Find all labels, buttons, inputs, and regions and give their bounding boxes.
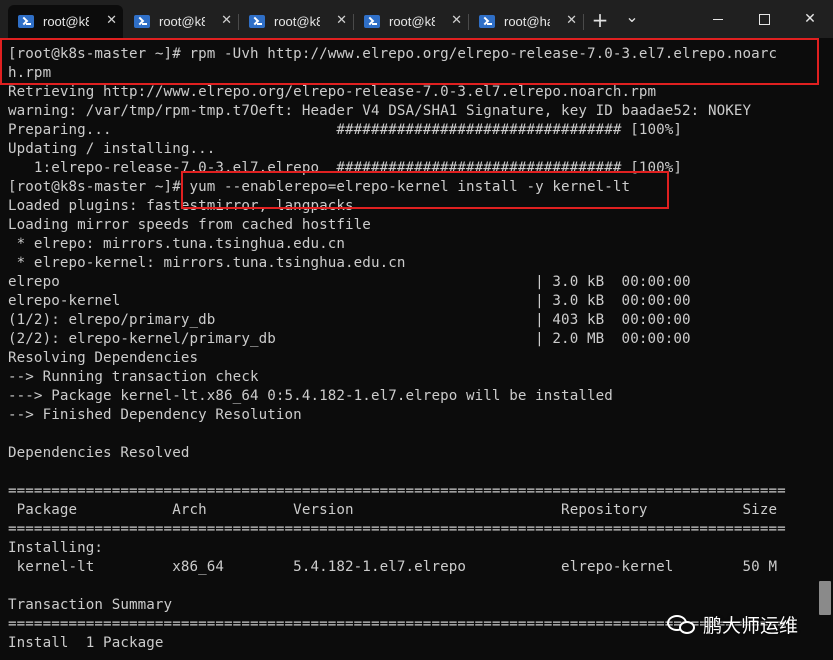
tab-root-k8s-node3[interactable]: root@k8s-node3 ✕ xyxy=(354,5,468,38)
tab-label: root@k8s-master xyxy=(43,14,89,29)
terminal-line: ---> Package kernel-lt.x86_64 0:5.4.182-… xyxy=(8,388,613,404)
watermark: 鹏大师运维 xyxy=(667,610,798,638)
terminal-line: Package Arch Version Repository Size xyxy=(8,502,778,518)
terminal-output[interactable]: [root@k8s-master ~]# rpm -Uvh http://www… xyxy=(0,38,833,660)
tab-root-k8s-master[interactable]: root@k8s-master ✕ xyxy=(8,5,123,38)
terminal-line: (1/2): elrepo/primary_db | 403 kB 00:00:… xyxy=(8,312,691,328)
maximize-icon xyxy=(758,13,770,25)
tab-label: root@harbor xyxy=(504,14,550,29)
close-icon[interactable]: ✕ xyxy=(221,13,232,28)
terminal-line: Install 1 Package xyxy=(8,635,164,651)
new-tab-button[interactable]: + xyxy=(588,6,612,34)
terminal-line: [root@k8s-master ~]# rpm -Uvh http://www… xyxy=(8,46,778,62)
terminal-line: (2/2): elrepo-kernel/primary_db | 2.0 MB… xyxy=(8,331,691,347)
powershell-icon xyxy=(134,15,150,28)
close-window-button[interactable]: ✕ xyxy=(787,0,833,38)
close-icon[interactable]: ✕ xyxy=(566,13,577,28)
terminal-line: Loaded plugins: fastestmirror, langpacks xyxy=(8,198,354,214)
minimize-icon xyxy=(713,18,723,20)
title-bar: root@k8s-master ✕ root@k8s-node1 ✕ root@… xyxy=(0,0,833,38)
terminal-line: * elrepo: mirrors.tuna.tsinghua.edu.cn xyxy=(8,236,346,252)
tab-root-harbor[interactable]: root@harbor ✕ xyxy=(469,5,583,38)
tab-root-k8s-node2[interactable]: root@k8s-node2 ✕ xyxy=(239,5,353,38)
terminal-line: ========================================… xyxy=(8,483,786,499)
terminal-line: elrepo | 3.0 kB 00:00:00 xyxy=(8,274,691,290)
terminal-line: warning: /var/tmp/rpm-tmp.t7Oeft: Header… xyxy=(8,103,752,119)
powershell-icon xyxy=(249,15,265,28)
tab-separator xyxy=(583,14,584,30)
scrollbar-thumb[interactable] xyxy=(819,581,831,615)
powershell-icon xyxy=(364,15,380,28)
tab-label: root@k8s-node2 xyxy=(274,14,320,29)
maximize-button[interactable] xyxy=(741,0,787,38)
terminal-line: Loading mirror speeds from cached hostfi… xyxy=(8,217,371,233)
terminal-line: --> Running transaction check xyxy=(8,369,259,385)
watermark-text: 鹏大师运维 xyxy=(703,614,799,637)
terminal-line: kernel-lt x86_64 5.4.182-1.el7.elrepo el… xyxy=(8,559,778,575)
scrollbar[interactable] xyxy=(817,38,833,660)
chevron-down-icon[interactable]: ⌄ xyxy=(620,2,644,30)
terminal-line: --> Finished Dependency Resolution xyxy=(8,407,302,423)
close-icon[interactable]: ✕ xyxy=(451,13,462,28)
terminal-line: Dependencies Resolved xyxy=(8,445,190,461)
terminal-line: Installing: xyxy=(8,540,104,556)
terminal-line: elrepo-kernel | 3.0 kB 00:00:00 xyxy=(8,293,691,309)
close-icon[interactable]: ✕ xyxy=(106,13,117,28)
terminal-line: [root@k8s-master ~]# yum --enablerepo=el… xyxy=(8,179,631,195)
powershell-icon xyxy=(18,15,34,28)
terminal-line: ========================================… xyxy=(8,521,786,537)
terminal-line: h.rpm xyxy=(8,65,52,81)
terminal-line: Retrieving http://www.elrepo.org/elrepo-… xyxy=(8,84,657,100)
minimize-button[interactable] xyxy=(695,0,741,38)
terminal-line: Transaction Summary xyxy=(8,597,173,613)
terminal-line: Preparing... ###########################… xyxy=(8,122,683,138)
terminal-line: * elrepo-kernel: mirrors.tuna.tsinghua.e… xyxy=(8,255,406,271)
tab-label: root@k8s-node3 xyxy=(389,14,435,29)
close-icon[interactable]: ✕ xyxy=(336,13,347,28)
wechat-icon xyxy=(667,612,697,636)
terminal-line: 1:elrepo-release-7.0-3.el7.elrepo ######… xyxy=(8,160,683,176)
powershell-icon xyxy=(479,15,495,28)
tab-label: root@k8s-node1 xyxy=(159,14,205,29)
terminal-line: Updating / installing... xyxy=(8,141,216,157)
terminal-line: Resolving Dependencies xyxy=(8,350,199,366)
tab-root-k8s-node1[interactable]: root@k8s-node1 ✕ xyxy=(124,5,238,38)
